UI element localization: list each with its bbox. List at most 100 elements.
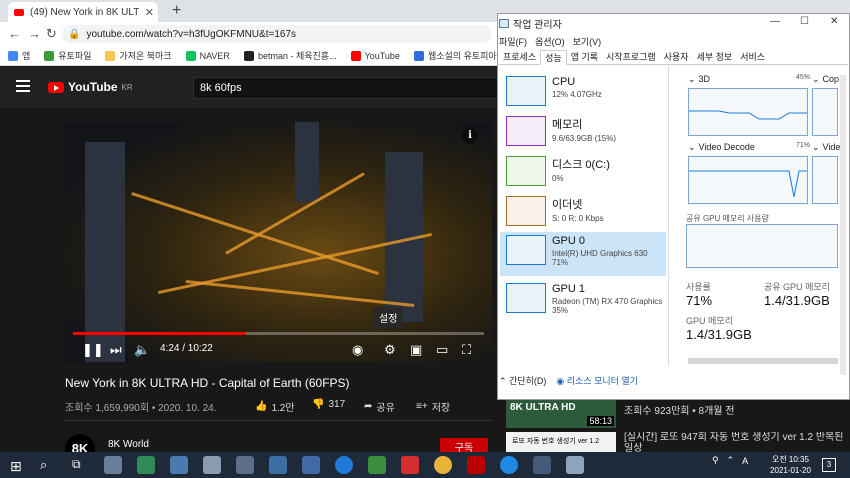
notification-count: 3	[826, 460, 832, 469]
bookmark-item[interactable]: 웹소설의 유토피아...	[413, 49, 505, 62]
vertical-scrollbar[interactable]	[840, 75, 846, 375]
thumbs-down-icon: 👎	[312, 399, 325, 410]
bookmark-item[interactable]: NAVER	[185, 50, 230, 61]
task-view-icon[interactable]: ⧉	[72, 457, 81, 472]
bookmark-item[interactable]: betman - 체육진흥...	[243, 49, 337, 62]
pause-icon[interactable]: ❚❚	[82, 342, 104, 358]
share-icon: ➦	[364, 401, 373, 412]
new-tab-button[interactable]: +	[172, 2, 181, 20]
app-icon[interactable]	[533, 456, 551, 474]
resource-memory[interactable]: 메모리 9.6/63.9GB (15%)	[500, 113, 666, 152]
recommended-thumbnail[interactable]: 로또 자동 번호 생성기 ver 1.2	[506, 432, 616, 452]
shared-memory-label: 공유 GPU 메모리 사용량	[686, 214, 769, 223]
duration-badge: 58:13	[587, 416, 614, 426]
calculator-icon[interactable]	[302, 456, 320, 474]
tab-processes[interactable]: 프로세스	[499, 50, 540, 65]
app-icon[interactable]	[269, 456, 287, 474]
menu-view[interactable]: 보기(V)	[573, 35, 602, 48]
fewer-details-button[interactable]: ⌃ 간단히(D)	[499, 374, 546, 387]
channel-name[interactable]: 8K World	[108, 439, 149, 450]
start-windows-icon[interactable]: ⊞	[10, 458, 22, 475]
next-icon[interactable]: ⏭	[110, 342, 122, 358]
usage-value: 71%	[686, 293, 713, 308]
video-player[interactable]	[65, 122, 492, 362]
back-icon[interactable]: ←	[8, 26, 21, 41]
like-button[interactable]: 👍 1.2만	[255, 399, 295, 414]
hamburger-menu-icon[interactable]	[16, 80, 30, 92]
tab-performance[interactable]: 성능	[540, 50, 567, 65]
chevron-down-icon[interactable]: ⌄	[812, 74, 820, 85]
chevron-up-icon[interactable]: ⌃	[727, 455, 735, 466]
close-tab-icon[interactable]: ✕	[145, 6, 158, 19]
taskbar-clock[interactable]: 오전 10:35 2021-01-20	[770, 454, 811, 476]
tab-users[interactable]: 사용자	[660, 50, 693, 65]
search-input[interactable]: 8k 60fps	[193, 77, 498, 99]
browser-tab[interactable]: (49) New York in 8K ULTRA ✕	[8, 2, 158, 22]
app-icon[interactable]	[368, 456, 386, 474]
tab-app-history[interactable]: 앱 기록	[567, 50, 602, 65]
forward-icon[interactable]: →	[28, 26, 41, 41]
resource-gpu1[interactable]: GPU 1 Radeon (TM) RX 470 Graphics 35%	[500, 280, 666, 324]
tab-details[interactable]: 세부 정보	[693, 50, 737, 65]
person-icon[interactable]: ⚲	[712, 455, 719, 466]
chevron-down-icon[interactable]: ⌄	[812, 142, 820, 153]
shared-gpu-memory-label: 공유 GPU 메모리	[764, 282, 830, 292]
bookmark-folder[interactable]: 가져온 북마크	[105, 49, 172, 62]
resource-ethernet[interactable]: 이더넷 S: 0 R: 0 Kbps	[500, 193, 666, 232]
ime-language[interactable]: A	[742, 456, 748, 466]
resource-gpu0[interactable]: GPU 0 Intel(R) UHD Graphics 630 71%	[500, 232, 666, 276]
media-player-icon[interactable]	[137, 456, 155, 474]
app-icon[interactable]	[401, 456, 419, 474]
chevron-down-icon[interactable]: ⌄	[688, 74, 696, 85]
chevron-down-icon[interactable]: ⌄	[688, 142, 696, 153]
tab-services[interactable]: 서비스	[736, 50, 769, 65]
edge-icon[interactable]	[500, 456, 518, 474]
reload-icon[interactable]: ↻	[46, 26, 57, 42]
tab-startup[interactable]: 시작프로그램	[602, 50, 660, 65]
menu-options[interactable]: 옵션(O)	[535, 35, 565, 48]
miniplayer-icon[interactable]: ▣	[410, 342, 422, 358]
notification-center-icon[interactable]: 3	[822, 458, 836, 472]
app-icon[interactable]	[104, 456, 122, 474]
minimize-icon[interactable]: —	[770, 16, 780, 27]
graph-label: Vide	[822, 142, 841, 152]
search-icon[interactable]: ⌕	[40, 457, 47, 473]
autoplay-toggle[interactable]: ◉	[352, 342, 363, 358]
bookmark-item[interactable]: 유토파일	[44, 49, 91, 62]
bookmark-apps[interactable]: 앱	[8, 49, 30, 62]
volume-icon[interactable]: 🔈	[134, 342, 150, 358]
resource-monitor-link[interactable]: ◉ 리소스 모니터 열기	[556, 374, 638, 387]
bookmark-item[interactable]: YouTube	[350, 50, 400, 61]
youtube-logo[interactable]: YouTube KR	[48, 80, 133, 94]
settings-gear-icon[interactable]: ⚙	[384, 342, 396, 358]
netflix-icon[interactable]	[467, 456, 485, 474]
fullscreen-icon[interactable]: ⛶	[462, 342, 471, 358]
youtube-favicon-icon	[14, 8, 24, 16]
ethernet-mini-graph	[506, 196, 546, 226]
save-button[interactable]: ≡+ 저장	[416, 399, 450, 414]
resource-cpu[interactable]: CPU 12% 4.07GHz	[500, 73, 666, 112]
menu-file[interactable]: 파일(F)	[499, 35, 527, 48]
dislike-count: 317	[328, 399, 346, 410]
resource-disk[interactable]: 디스크 0(C:) 0%	[500, 153, 666, 192]
theater-mode-icon[interactable]: ▭	[436, 342, 448, 358]
close-icon[interactable]: ✕	[830, 16, 838, 27]
maximize-icon[interactable]: ☐	[800, 16, 809, 27]
bookmark-label: 웹소설의 유토피아...	[427, 51, 505, 61]
share-button[interactable]: ➦ 공유	[364, 399, 395, 414]
task-manager-taskbar-icon[interactable]	[566, 456, 584, 474]
chrome-icon[interactable]	[434, 456, 452, 474]
graph-video-decode-line	[689, 170, 807, 198]
recommended-title[interactable]: [실시간] 로또 947회 자동 번호 생성기 ver 1.2 반복된 일상	[624, 432, 844, 452]
recommended-thumbnail[interactable]: 8K ULTRA HD 58:13	[506, 400, 616, 428]
horizontal-scrollbar[interactable]	[688, 358, 838, 364]
app-icon[interactable]	[203, 456, 221, 474]
like-count: 1.2만	[271, 403, 295, 414]
ie-browser-icon[interactable]	[335, 456, 353, 474]
app-icon[interactable]	[236, 456, 254, 474]
url-input[interactable]: 🔒 youtube.com/watch?v=h3fUgOKFMNU&t=167s	[62, 25, 492, 43]
info-icon[interactable]: i	[462, 128, 478, 144]
app-icon[interactable]	[170, 456, 188, 474]
graph-copy	[812, 88, 838, 136]
dislike-button[interactable]: 👎 317	[312, 399, 345, 410]
